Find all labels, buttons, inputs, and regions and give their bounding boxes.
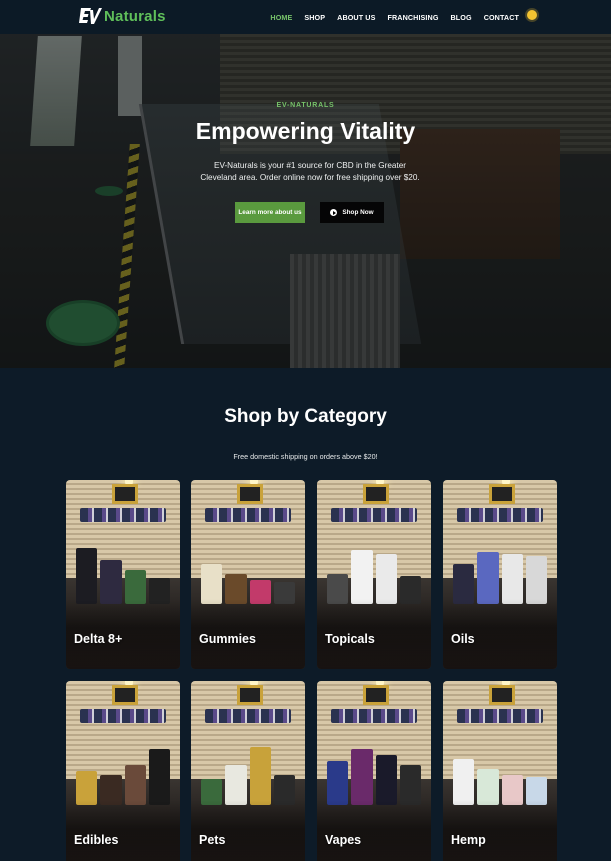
card-photo-shelf (205, 709, 291, 723)
hero-title: Empowering Vitality (195, 118, 416, 144)
category-card-topicals[interactable]: Topicals (317, 480, 431, 669)
category-card-gummies[interactable]: Gummies (191, 480, 305, 669)
card-photo-frame (488, 484, 515, 504)
category-section-title: Shop by Category (224, 406, 387, 427)
card-overlay (66, 800, 180, 861)
hero-section: EV-NATURALS Empowering Vitality EV-Natur… (0, 34, 611, 368)
shop-now-label: Shop Now (342, 209, 374, 216)
nav-contact[interactable]: CONTACT (484, 13, 519, 22)
card-photo-products (201, 743, 295, 805)
card-photo-products (76, 542, 170, 604)
category-card-vapes[interactable]: Vapes (317, 681, 431, 861)
card-photo-shelf (80, 709, 166, 723)
card-photo-products (453, 743, 547, 805)
category-label: Edibles (74, 833, 119, 847)
card-photo-frame (362, 484, 389, 504)
category-label: Topicals (325, 632, 375, 646)
nav-shop[interactable]: SHOP (304, 13, 325, 22)
category-section-subtitle: Free domestic shipping on orders above $… (233, 452, 378, 461)
sun-icon[interactable] (527, 10, 537, 20)
hero-kicker: EV-NATURALS (276, 102, 335, 109)
category-label: Vapes (325, 833, 362, 847)
category-card-hemp[interactable]: Hemp (443, 681, 557, 861)
ev-logo-icon (79, 8, 102, 24)
card-photo-products (327, 743, 421, 805)
card-photo-shelf (331, 709, 417, 723)
site-header: Naturals HOME SHOP ABOUT US FRANCHISING … (0, 0, 611, 34)
category-label: Hemp (451, 833, 486, 847)
card-photo-products (76, 743, 170, 805)
nav-blog[interactable]: BLOG (451, 13, 472, 22)
logo-text: Naturals (104, 7, 166, 25)
card-photo-shelf (205, 508, 291, 522)
category-label: Delta 8+ (74, 632, 123, 646)
category-card-oils[interactable]: Oils (443, 480, 557, 669)
card-photo-frame (362, 685, 389, 705)
card-photo-shelf (80, 508, 166, 522)
hero-overlay (0, 34, 611, 368)
card-photo-frame (236, 484, 263, 504)
shop-now-button[interactable]: Shop Now (320, 202, 384, 223)
card-photo-frame (236, 685, 263, 705)
card-photo-frame (111, 685, 138, 705)
category-card-delta-8[interactable]: Delta 8+ (66, 480, 180, 669)
play-circle-icon (330, 209, 338, 216)
category-label: Oils (451, 632, 475, 646)
card-photo-shelf (331, 508, 417, 522)
category-card-edibles[interactable]: Edibles (66, 681, 180, 861)
main-nav: HOME SHOP ABOUT US FRANCHISING BLOG CONT… (270, 0, 519, 34)
card-photo-products (201, 542, 295, 604)
card-photo-frame (488, 685, 515, 705)
learn-more-button[interactable]: Learn more about us (235, 202, 305, 223)
card-photo-shelf (457, 709, 543, 723)
category-label: Gummies (199, 632, 256, 646)
card-overlay (317, 800, 431, 861)
card-photo-shelf (457, 508, 543, 522)
nav-home[interactable]: HOME (270, 13, 292, 22)
nav-franchising[interactable]: FRANCHISING (388, 13, 439, 22)
card-overlay (191, 800, 305, 861)
card-photo-products (327, 542, 421, 604)
category-label: Pets (199, 833, 226, 847)
nav-about-us[interactable]: ABOUT US (337, 13, 375, 22)
category-card-pets[interactable]: Pets (191, 681, 305, 861)
site-logo[interactable]: Naturals (78, 3, 166, 29)
hero-subtitle: EV-Naturals is your #1 source for CBD in… (200, 161, 420, 182)
card-photo-frame (111, 484, 138, 504)
card-photo-products (453, 542, 547, 604)
card-overlay (443, 800, 557, 861)
